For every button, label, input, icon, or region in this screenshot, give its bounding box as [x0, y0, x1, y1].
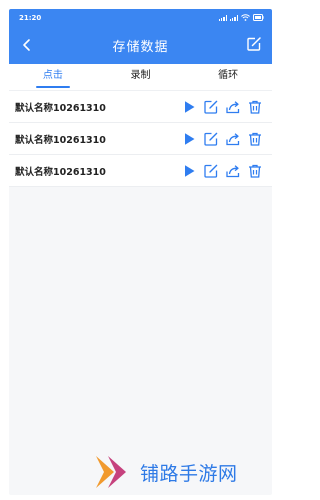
list-item[interactable]: 默认名称10261310 [9, 123, 272, 155]
watermark: 铺路手游网 [92, 452, 238, 492]
back-arrow-icon[interactable] [19, 37, 35, 53]
status-time: 21:20 [19, 13, 42, 22]
delete-icon[interactable] [247, 131, 263, 147]
row-actions [181, 99, 272, 115]
signal-icon-2 [229, 14, 238, 21]
share-icon[interactable] [225, 131, 241, 147]
edit-icon[interactable] [203, 163, 219, 179]
battery-icon [253, 14, 264, 21]
record-name: 默认名称10261310 [15, 102, 106, 114]
title-bar: 存储数据 [9, 26, 272, 64]
record-name: 默认名称10261310 [15, 134, 106, 146]
record-list: 默认名称10261310 默认名称10261310 默认名称10261310 [9, 91, 272, 187]
tab-click[interactable]: 点击 [9, 64, 97, 90]
watermark-text: 铺路手游网 [140, 462, 238, 485]
tab-record[interactable]: 录制 [97, 64, 185, 90]
status-bar: 21:20 [9, 9, 272, 26]
wifi-icon [241, 14, 250, 21]
record-name: 默认名称10261310 [15, 166, 106, 178]
watermark-logo-icon [96, 456, 126, 488]
list-item[interactable]: 默认名称10261310 [9, 91, 272, 123]
play-icon[interactable] [181, 99, 197, 115]
edit-icon[interactable] [203, 99, 219, 115]
status-icons [218, 14, 264, 21]
tab-loop[interactable]: 循环 [184, 64, 272, 90]
edit-icon[interactable] [246, 36, 262, 52]
signal-icon [218, 14, 227, 21]
app-screen: 21:20 存储数据 点击 录制 循环 默认名称10261310 默认名称102… [9, 9, 272, 495]
delete-icon[interactable] [247, 99, 263, 115]
row-actions [181, 163, 272, 179]
row-actions [181, 131, 272, 147]
share-icon[interactable] [225, 99, 241, 115]
play-icon[interactable] [181, 131, 197, 147]
delete-icon[interactable] [247, 163, 263, 179]
edit-icon[interactable] [203, 131, 219, 147]
app-header: 21:20 存储数据 [9, 9, 272, 64]
list-item[interactable]: 默认名称10261310 [9, 155, 272, 187]
tab-bar: 点击 录制 循环 [9, 64, 272, 91]
share-icon[interactable] [225, 163, 241, 179]
play-icon[interactable] [181, 163, 197, 179]
page-title: 存储数据 [112, 39, 169, 55]
